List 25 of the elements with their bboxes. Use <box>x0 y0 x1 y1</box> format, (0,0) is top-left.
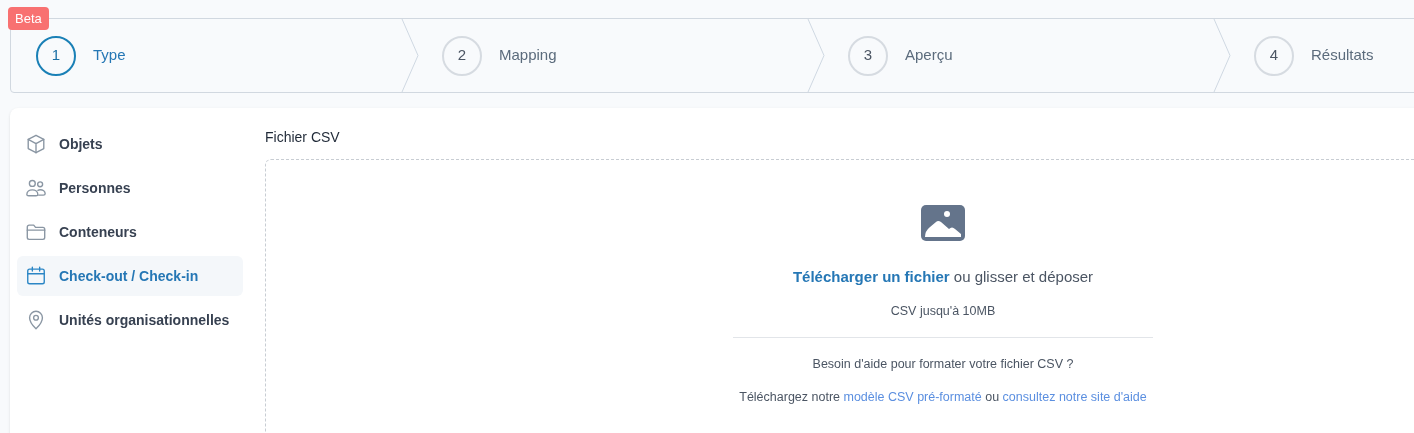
beta-badge: Beta <box>8 7 49 30</box>
step-tab[interactable]: 4 Résultats <box>1254 35 1374 76</box>
step-number: 3 <box>848 35 888 76</box>
step-tab[interactable]: 3 Aperçu <box>848 35 953 76</box>
help-text: Téléchargez notre modèle CSV pré-formaté ou consultez notre site d'aide <box>739 389 1147 406</box>
step-number: 1 <box>36 35 76 76</box>
step-number: 4 <box>1254 35 1294 76</box>
help-question: Besoin d'aide pour formater votre fichier CSV ? <box>812 356 1074 374</box>
upload-prompt: Télécharger un fichier ou glisser et déposer <box>792 267 1094 287</box>
field-label: Fichier CSV <box>265 128 341 147</box>
drop-zone[interactable]: Télécharger un fichier ou glisser et déposer CSV jusqu'à 10MB Besoin d'aide pour formater votre fichier CSV ? Téléchargez notre modèle CSV pré-formaté ou consultez notre site d'aide <box>265 159 1414 433</box>
file-hint: CSV jusqu'à 10MB <box>890 302 996 320</box>
step-tab[interactable]: 2 Mapping <box>442 35 557 76</box>
step-tab[interactable]: 1 Type <box>36 35 126 76</box>
sidebar-item[interactable]: Objets <box>17 124 243 164</box>
sidebar-item[interactable]: Personnes <box>17 168 243 208</box>
step-label: Mapping <box>499 45 557 66</box>
step-label: Type <box>93 45 126 66</box>
sidebar-item[interactable]: Conteneurs <box>17 212 243 252</box>
sidebar-item[interactable]: Unités organisationnelles <box>17 300 243 340</box>
sidebar-item[interactable]: Check-out / Check-in <box>17 256 243 296</box>
step-label: Aperçu <box>905 45 953 66</box>
step-label: Résultats <box>1311 45 1374 66</box>
step-number: 2 <box>442 35 482 76</box>
link[interactable]: Télécharger un fichier <box>792 268 950 285</box>
